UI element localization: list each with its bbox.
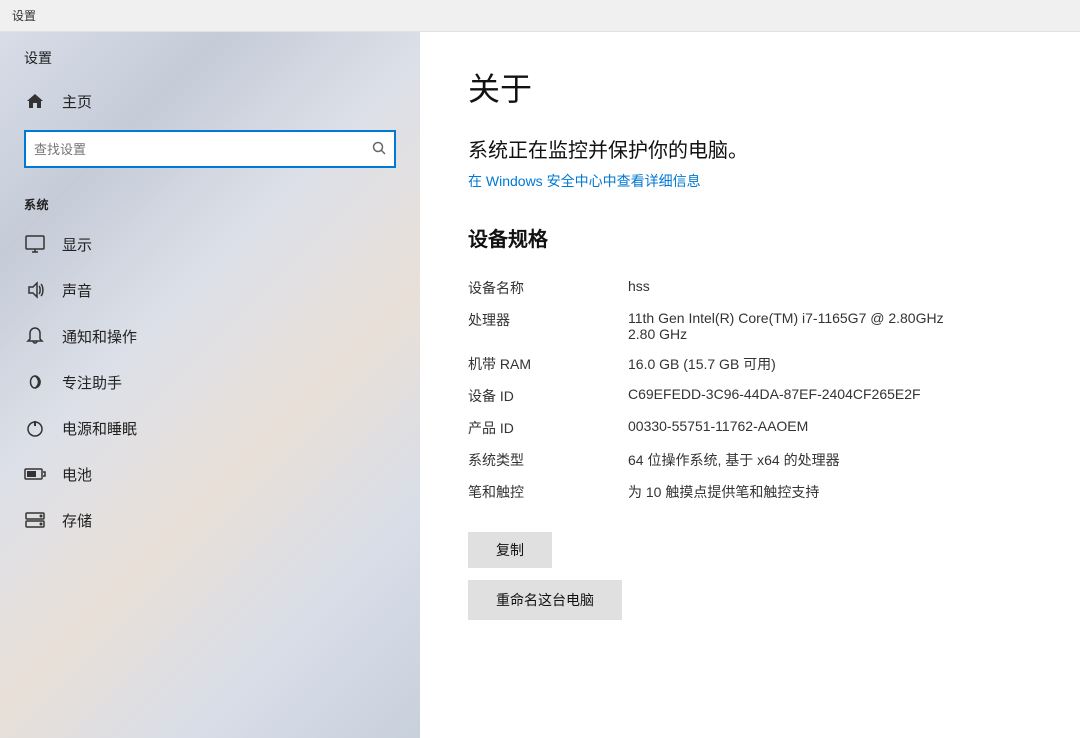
spec-label-pen-touch: 笔和触控 [468, 482, 628, 502]
rename-button[interactable]: 重命名这台电脑 [468, 580, 622, 620]
moon-icon [24, 371, 46, 393]
spec-value-pen-touch: 为 10 触摸点提供笔和触控支持 [628, 482, 1032, 502]
nav-label-power: 电源和睡眠 [62, 418, 137, 439]
title-bar: 设置 [0, 0, 1080, 32]
section-header-system: 系统 [0, 184, 420, 221]
page-title: 关于 [468, 64, 1032, 110]
search-icon [372, 141, 386, 158]
battery-icon [24, 463, 46, 485]
sound-icon [24, 279, 46, 301]
monitor-icon [24, 233, 46, 255]
search-input[interactable] [34, 142, 372, 157]
spec-row-device-name: 设备名称 hss [468, 272, 1032, 304]
spec-row-pen-touch: 笔和触控 为 10 触摸点提供笔和触控支持 [468, 476, 1032, 508]
spec-value-processor: 11th Gen Intel(R) Core(TM) i7-1165G7 @ 2… [628, 310, 1032, 342]
spec-row-processor: 处理器 11th Gen Intel(R) Core(TM) i7-1165G7… [468, 304, 1032, 348]
power-icon [24, 417, 46, 439]
copy-button[interactable]: 复制 [468, 532, 552, 568]
spec-label-system-type: 系统类型 [468, 450, 628, 470]
settings-window: 设置 设置 主页 [0, 0, 1080, 738]
sidebar-title: 设置 [0, 32, 420, 80]
nav-label-display: 显示 [62, 234, 92, 255]
specs-section-title: 设备规格 [468, 223, 1032, 252]
home-icon [24, 90, 46, 112]
spec-value-ram: 16.0 GB (15.7 GB 可用) [628, 354, 1032, 374]
sidebar-item-notifications[interactable]: 通知和操作 [0, 313, 420, 359]
spec-value-device-id: C69EFEDD-3C96-44DA-87EF-2404CF265E2F [628, 386, 1032, 402]
spec-value-system-type: 64 位操作系统, 基于 x64 的处理器 [628, 450, 1032, 470]
security-link[interactable]: 在 Windows 安全中心中查看详细信息 [468, 171, 701, 191]
spec-row-product-id: 产品 ID 00330-55751-11762-AAOEM [468, 412, 1032, 444]
sidebar-item-sound[interactable]: 声音 [0, 267, 420, 313]
sidebar-item-focus[interactable]: 专注助手 [0, 359, 420, 405]
nav-label-notifications: 通知和操作 [62, 326, 137, 347]
content-area: 关于 系统正在监控并保护你的电脑。 在 Windows 安全中心中查看详细信息 … [420, 32, 1080, 738]
specs-table: 设备名称 hss 处理器 11th Gen Intel(R) Core(TM) … [468, 272, 1032, 508]
search-box-container [0, 122, 420, 184]
sidebar-home-item[interactable]: 主页 [0, 80, 420, 122]
sidebar-item-display[interactable]: 显示 [0, 221, 420, 267]
sidebar: 设置 主页 [0, 32, 420, 738]
spec-row-system-type: 系统类型 64 位操作系统, 基于 x64 的处理器 [468, 444, 1032, 476]
nav-label-focus: 专注助手 [62, 372, 122, 393]
nav-label-storage: 存储 [62, 510, 92, 531]
security-status: 系统正在监控并保护你的电脑。 [468, 134, 1032, 163]
search-box[interactable] [24, 130, 396, 168]
sidebar-item-power[interactable]: 电源和睡眠 [0, 405, 420, 451]
spec-value-product-id: 00330-55751-11762-AAOEM [628, 418, 1032, 434]
spec-label-product-id: 产品 ID [468, 418, 628, 438]
spec-label-device-name: 设备名称 [468, 278, 628, 298]
nav-label-sound: 声音 [62, 280, 92, 301]
sidebar-item-battery[interactable]: 电池 [0, 451, 420, 497]
spec-label-device-id: 设备 ID [468, 386, 628, 406]
spec-label-ram: 机带 RAM [468, 354, 628, 374]
sidebar-item-storage[interactable]: 存储 [0, 497, 420, 543]
spec-row-device-id: 设备 ID C69EFEDD-3C96-44DA-87EF-2404CF265E… [468, 380, 1032, 412]
spec-label-processor: 处理器 [468, 310, 628, 330]
notifications-icon [24, 325, 46, 347]
title-bar-text: 设置 [12, 7, 36, 24]
main-content: 设置 主页 [0, 32, 1080, 738]
storage-icon [24, 509, 46, 531]
spec-row-ram: 机带 RAM 16.0 GB (15.7 GB 可用) [468, 348, 1032, 380]
home-label: 主页 [62, 91, 92, 112]
nav-label-battery: 电池 [62, 464, 92, 485]
spec-value-device-name: hss [628, 278, 1032, 294]
